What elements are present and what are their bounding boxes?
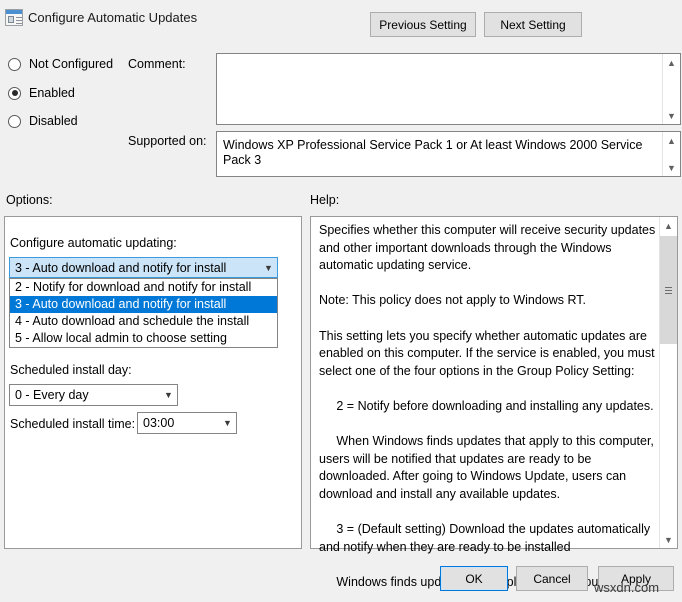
configure-updating-combobox[interactable]: 3 - Auto download and notify for install… (9, 257, 278, 278)
scheduled-install-time-combobox[interactable]: 03:00 ▼ (137, 412, 237, 434)
dropdown-option[interactable]: 2 - Notify for download and notify for i… (10, 279, 277, 296)
radio-disabled-label: Disabled (29, 114, 78, 128)
comment-scroll-track[interactable] (663, 71, 680, 107)
policy-window-icon (5, 9, 23, 26)
help-text: Specifies whether this computer will rec… (319, 223, 656, 589)
supported-on-value: Windows XP Professional Service Pack 1 o… (223, 138, 643, 167)
help-scrollbar[interactable]: ▲ ▼ (659, 217, 677, 548)
scheduled-install-time-label: Scheduled install time: (10, 417, 136, 431)
scheduled-install-time-value: 03:00 (143, 416, 175, 430)
comment-textarea[interactable]: ▲ ▼ (216, 53, 681, 125)
dropdown-option[interactable]: 4 - Auto download and schedule the insta… (10, 313, 277, 330)
radio-disabled[interactable]: Disabled (8, 114, 78, 128)
help-panel: Specifies whether this computer will rec… (310, 216, 678, 589)
scroll-down-icon[interactable]: ▼ (663, 159, 680, 176)
previous-setting-button[interactable]: Previous Setting (370, 12, 476, 37)
supported-on-label: Supported on: (128, 134, 207, 148)
dropdown-option[interactable]: 5 - Allow local admin to choose setting (10, 330, 277, 347)
comment-label: Comment: (128, 57, 186, 71)
scroll-down-icon[interactable]: ▼ (663, 107, 680, 124)
scheduled-install-day-label: Scheduled install day: (10, 363, 132, 377)
dropdown-option-selected[interactable]: 3 - Auto download and notify for install (10, 296, 277, 313)
chevron-down-icon[interactable]: ▼ (219, 418, 236, 428)
help-scroll-track[interactable] (660, 234, 677, 531)
help-section-label: Help: (310, 193, 340, 207)
scheduled-install-day-value: 0 - Every day (15, 388, 89, 402)
options-section-label: Options: (6, 193, 53, 207)
watermark: wsxdn.com (594, 580, 660, 595)
chevron-down-icon[interactable]: ▼ (160, 390, 177, 400)
ok-button[interactable]: OK (440, 566, 508, 591)
radio-not-configured-indicator[interactable] (8, 57, 21, 71)
configure-automatic-updates-dialog: Configure Automatic Updates Previous Set… (0, 0, 682, 602)
configure-updating-value: 3 - Auto download and notify for install (15, 260, 227, 275)
configure-updating-label: Configure automatic updating: (10, 236, 177, 250)
cancel-button[interactable]: Cancel (516, 566, 588, 591)
radio-not-configured-label: Not Configured (29, 57, 114, 71)
scroll-up-icon[interactable]: ▲ (663, 54, 680, 71)
supported-on-scrollbar[interactable]: ▲ ▼ (662, 132, 680, 176)
radio-disabled-indicator[interactable] (8, 114, 21, 128)
scroll-down-icon[interactable]: ▼ (660, 531, 677, 548)
configure-updating-dropdown-list[interactable]: 2 - Notify for download and notify for i… (9, 278, 278, 348)
supported-scroll-track[interactable] (663, 149, 680, 159)
chevron-down-icon[interactable]: ▼ (260, 263, 277, 273)
comment-scrollbar[interactable]: ▲ ▼ (662, 54, 680, 124)
radio-enabled-label: Enabled (29, 86, 75, 100)
help-scroll-thumb[interactable] (660, 236, 677, 344)
scroll-grip-icon (665, 286, 672, 294)
scheduled-install-day-combobox[interactable]: 0 - Every day ▼ (9, 384, 178, 406)
radio-enabled-indicator[interactable] (8, 86, 21, 100)
next-setting-button[interactable]: Next Setting (484, 12, 582, 37)
scroll-up-icon[interactable]: ▲ (663, 132, 680, 149)
supported-on-textarea[interactable]: Windows XP Professional Service Pack 1 o… (216, 131, 681, 177)
window-title: Configure Automatic Updates (28, 10, 198, 25)
radio-enabled[interactable]: Enabled (8, 86, 75, 100)
scroll-up-icon[interactable]: ▲ (660, 217, 677, 234)
radio-not-configured[interactable]: Not Configured (8, 57, 113, 71)
